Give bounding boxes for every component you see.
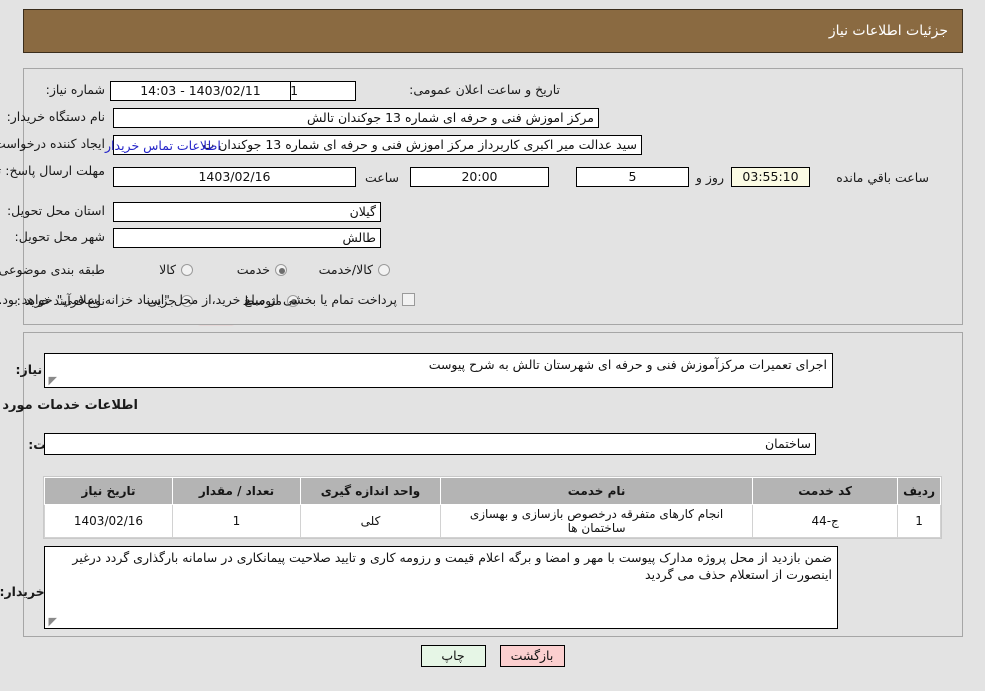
th-qty: تعداد / مقدار [172,477,301,505]
cell-unit: کلی [300,504,441,538]
footer-buttons: بازگشت چاپ [0,645,985,667]
category-option-kala[interactable]: کالا [159,262,193,277]
countdown-label: ساعت باقي مانده [836,170,929,185]
category-option-khedmat-label: خدمت [236,262,270,277]
city-label: شهر محل تحویل: [14,229,105,244]
cell-date: 1403/02/16 [44,504,173,538]
th-name: نام خدمت [439,477,754,505]
th-radif: ردیف [897,477,941,505]
countdown-field: 03:55:10 [731,167,810,187]
th-code: کد خدمت [752,477,899,505]
creator-label: ایجاد کننده درخواست: [0,136,105,151]
city-field[interactable]: طالش [113,228,381,248]
radio-khedmat-icon[interactable] [275,263,287,276]
treasury-checkbox-label: پرداخت تمام یا بخشی از مبلغ خرید،از محل … [0,292,397,307]
th-unit: واحد اندازه گیری [300,477,441,505]
need-number-row: شماره نیاز: [46,82,105,97]
cell-radif: 1 [897,504,941,538]
resize-grip-icon[interactable]: ◤ [47,375,57,386]
announce-date-field[interactable]: 1403/02/11 - 14:03 [110,81,291,101]
page-title: جزئیات اطلاعات نیاز [828,23,948,39]
category-option-kala-label: کالا [159,262,176,277]
category-option-kala-khedmat[interactable]: کالا/خدمت [319,262,390,277]
deadline-date-field[interactable]: 1403/02/16 [113,167,356,187]
province-row: استان محل تحویل: [7,203,105,218]
deadline-hour-label: ساعت [364,170,399,185]
page-header-bar: جزئیات اطلاعات نیاز [23,9,963,53]
city-row: شهر محل تحویل: [15,229,105,244]
treasury-checkbox-icon[interactable] [402,293,415,306]
general-desc-value: اجرای تعمیرات مرکزآموزش فنی و حرفه ای شه… [428,357,827,372]
province-field[interactable]: گیلان [113,202,381,222]
announce-date-label: تاریخ و ساعت اعلان عمومی: [409,82,560,97]
category-option-kala-khedmat-label: کالا/خدمت [318,262,373,277]
cell-code: ج-44 [752,504,899,538]
deadline-label: مهلت ارسال پاسخ: تا تاریخ: [0,163,105,178]
category-label: طبقه بندی موضوعی: [0,262,105,277]
announce-date-row: تاریخ و ساعت اعلان عمومی: [409,82,560,97]
remaining-days-label: روز و [695,170,724,185]
deadline-row: مهلت ارسال پاسخ: تا تاریخ: [0,163,105,178]
buyer-org-label: نام دستگاه خریدار: [6,109,105,124]
deadline-time-field[interactable]: 20:00 [410,167,549,187]
buyer-notes-value: ضمن بازدید از محل پروژه مدارک پیوست با م… [72,550,832,582]
table-header-row: ردیف کد خدمت نام خدمت واحد اندازه گیری ت… [44,477,941,505]
buyer-org-field[interactable]: مرکز اموزش فنی و حرفه ای شماره 13 جوکندا… [113,108,599,128]
creator-row: ایجاد کننده درخواست: [0,136,105,151]
page-root: AriaTender.net جزئیات اطلاعات نیاز شماره… [0,0,985,691]
services-table: ردیف کد خدمت نام خدمت واحد اندازه گیری ت… [44,477,941,538]
resize-grip-icon-notes[interactable]: ◤ [47,616,57,627]
services-heading: اطلاعات خدمات مورد نیاز [0,398,138,413]
radio-kala-icon[interactable] [181,263,193,276]
cell-qty: 1 [172,504,301,538]
radio-kala-khedmat-icon[interactable] [378,263,390,276]
buyer-org-row: نام دستگاه خریدار: [7,109,105,124]
table-row[interactable]: 1 ج-44 انجام کارهای متفرقه درخصوص بازساز… [44,504,941,538]
service-group-field[interactable]: ساختمان [44,433,816,455]
th-date: تاریخ نیاز [44,477,173,505]
print-button[interactable]: چاپ [420,645,486,667]
buyer-notes-textarea[interactable]: ضمن بازدید از محل پروژه مدارک پیوست با م… [44,546,838,629]
category-option-khedmat[interactable]: خدمت [237,262,287,277]
buyer-contact-link[interactable]: اطلاعات تماس خریدار [105,138,221,153]
need-info-panel [23,68,963,325]
province-label: استان محل تحویل: [6,203,105,218]
need-number-label: شماره نیاز: [45,82,105,97]
back-button[interactable]: بازگشت [499,645,565,667]
cell-name: انجام کارهای متفرقه درخصوص بازسازی و بهس… [439,504,754,538]
treasury-checkbox-option[interactable]: پرداخت تمام یا بخشی از مبلغ خرید،از محل … [0,292,415,307]
category-row: طبقه بندی موضوعی: [0,262,105,277]
remaining-days-field[interactable]: 5 [576,167,689,187]
general-desc-textarea[interactable]: اجرای تعمیرات مرکزآموزش فنی و حرفه ای شه… [44,353,833,388]
